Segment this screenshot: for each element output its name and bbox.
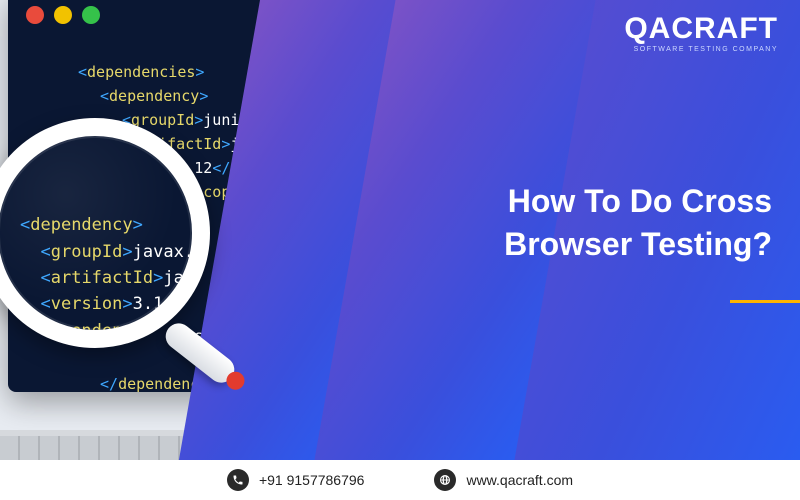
footer-website-text: www.qacraft.com — [466, 472, 573, 488]
banner-title-line1: How To Do Cross — [508, 183, 772, 219]
code-token: < — [40, 242, 50, 262]
magnifier-icon: <dependency> <groupId>javax.s <artifactI… — [0, 118, 210, 348]
code-token: > — [195, 63, 204, 81]
code-token: > — [199, 87, 208, 105]
code-token: 3.1.0 — [133, 294, 184, 314]
code-token: </v — [184, 294, 210, 314]
code-token: > — [122, 294, 132, 314]
code-token: dependencies — [87, 63, 195, 81]
code-token: </ — [100, 375, 118, 393]
footer-phone: +91 9157786796 — [227, 469, 365, 491]
banner-title: How To Do Cross Browser Testing? — [412, 180, 772, 266]
code-token: artifactId — [51, 268, 153, 288]
code-token: > — [122, 242, 132, 262]
brand-logo: QACRAFT SOFTWARE TESTING COMPANY — [624, 14, 778, 53]
magnifier-lens: <dependency> <groupId>javax.s <artifactI… — [0, 118, 210, 348]
maximize-dot-icon — [82, 6, 100, 24]
logo-text-qa: QA — [624, 12, 671, 45]
code-token: < — [78, 63, 87, 81]
code-token: < — [40, 268, 50, 288]
logo-tagline: SOFTWARE TESTING COMPANY — [624, 46, 778, 53]
footer-phone-text: +91 9157786796 — [259, 472, 365, 488]
code-token: > — [153, 268, 163, 288]
code-token: > — [143, 321, 153, 341]
code-token: groupId — [51, 242, 123, 262]
code-token: javax.s — [163, 268, 210, 288]
code-token: javax.s — [133, 242, 205, 262]
code-token: dependency — [40, 321, 142, 341]
close-dot-icon — [26, 6, 44, 24]
code-token: dependency — [109, 87, 199, 105]
code-token: < — [40, 294, 50, 314]
code-token: </ — [20, 321, 40, 341]
footer-website: www.qacraft.com — [434, 469, 573, 491]
globe-icon — [434, 469, 456, 491]
code-token: version — [51, 294, 123, 314]
code-token: > — [133, 215, 143, 235]
contact-footer: +91 9157786796 www.qacraft.com — [0, 460, 800, 500]
logo-text-craft: CRAFT — [671, 12, 778, 45]
code-token: < — [100, 87, 109, 105]
banner-title-line2: Browser Testing? — [504, 226, 772, 262]
code-token: < — [20, 215, 30, 235]
code-token: dependency — [30, 215, 132, 235]
minimize-dot-icon — [54, 6, 72, 24]
code-token: </ — [212, 159, 230, 177]
accent-underline — [730, 300, 800, 303]
phone-icon — [227, 469, 249, 491]
window-traffic-lights — [26, 6, 100, 24]
